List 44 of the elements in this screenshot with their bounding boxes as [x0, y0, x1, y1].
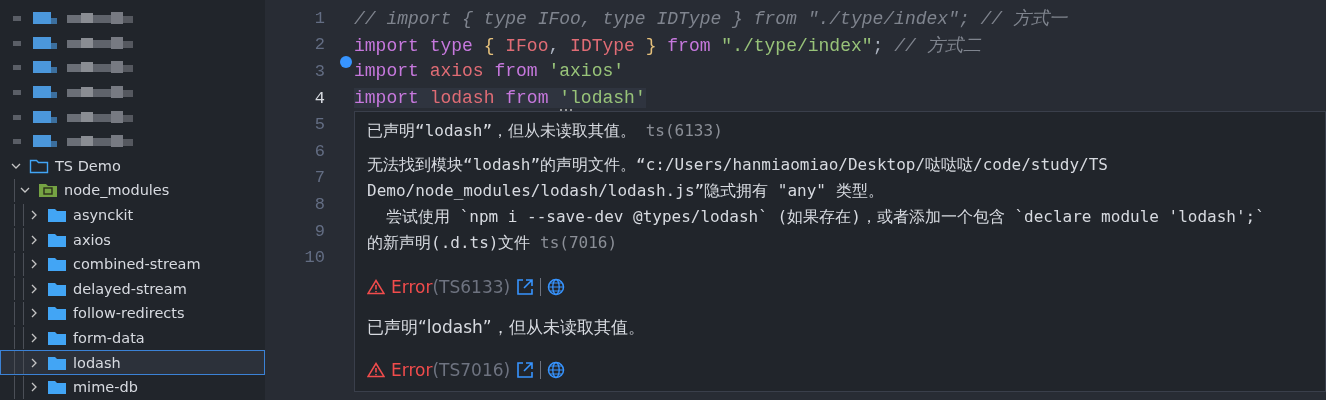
package-folder-icon — [38, 182, 58, 199]
tree-item[interactable]: TS Demo — [0, 153, 265, 179]
code-line: import type { IFoo, IDType } from "./type/index"; // 方式二 — [354, 34, 981, 57]
folder-icon — [47, 330, 67, 346]
folder-icon — [47, 379, 67, 396]
error-message: 已声明“lodash”，但从未读取其值。 ts(6133) — [367, 120, 724, 142]
globe-icon[interactable] — [547, 278, 566, 296]
line-number: 4 — [313, 88, 325, 108]
globe-icon[interactable] — [547, 361, 566, 379]
error-message: 已声明“lodash”，但从未读取其值。 — [367, 316, 646, 339]
line-number: 5 — [313, 115, 325, 135]
folder-icon — [47, 256, 67, 273]
error-label: Error(TS6133) — [391, 277, 511, 297]
tree-item[interactable]: axios — [0, 227, 265, 252]
error-label: Error(TS7016) — [391, 360, 511, 380]
line-number: 10 — [303, 248, 325, 268]
folder-icon — [29, 157, 49, 174]
line-number: 8 — [313, 194, 325, 214]
line-number: 3 — [313, 62, 325, 81]
code-line: import axios from 'axios' — [354, 61, 625, 82]
external-link-icon[interactable] — [516, 361, 535, 379]
line-number: 7 — [313, 168, 325, 188]
folder-icon — [47, 305, 67, 322]
tree-item[interactable]: asynckit — [0, 202, 265, 228]
line-number: 2 — [313, 35, 325, 55]
error-detail: 尝试使用 `npm i --save-dev @types/lodash` (如果存在)，或者添加一个包含 `declare module 'lodash';` 的新声明(.d.ts)文件 ts(7016) — [367, 206, 1266, 254]
folder-icon — [47, 280, 67, 297]
line-number: 6 — [313, 141, 325, 161]
tree-item[interactable]: follow-redirects — [0, 301, 265, 326]
tree-item[interactable]: combined-stream — [0, 251, 265, 277]
hint-dots-icon[interactable] — [559, 108, 574, 113]
line-number: 9 — [313, 221, 325, 241]
code-line: // import { type IFoo, type IDType } from "./type/index"; // 方式一 — [354, 8, 1067, 31]
folder-icon — [47, 231, 67, 248]
tree-item[interactable]: delayed-stream — [0, 276, 265, 302]
folder-icon — [47, 354, 67, 371]
tree-item[interactable]: node_modules — [0, 178, 265, 203]
tree-item[interactable]: mime-db — [0, 374, 265, 400]
error-message: 无法找到模块“lodash”的声明文件。“c:/Users/hanmiaomiao/Desktop/哒哒哒/code/study/TS Demo/node_modules/lodash/lodash.js”隐式拥有 "any" 类型。 — [367, 154, 1109, 202]
tree-item[interactable]: form-data — [0, 325, 265, 351]
line-number: 1 — [313, 8, 325, 28]
folder-icon — [47, 207, 67, 224]
external-link-icon[interactable] — [516, 278, 535, 296]
tree-item[interactable]: lodash — [0, 350, 265, 375]
